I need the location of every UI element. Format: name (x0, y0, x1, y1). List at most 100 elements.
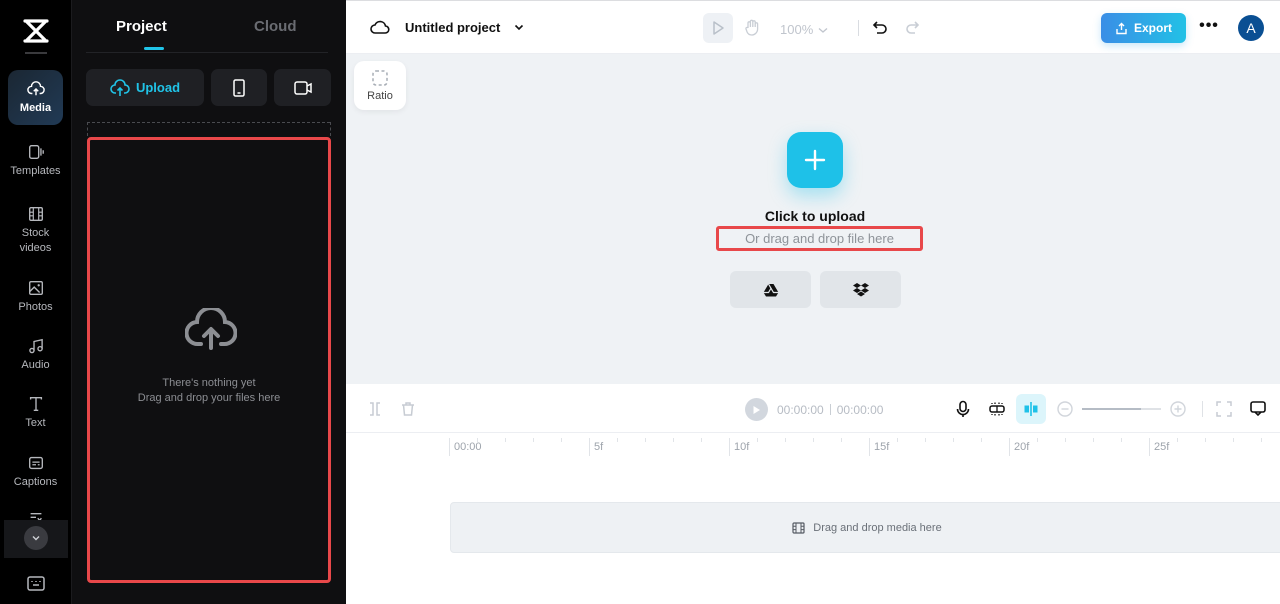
ruler-minor-tick (757, 438, 758, 442)
play-button[interactable] (745, 398, 768, 421)
capcut-logo-icon[interactable] (22, 18, 50, 44)
timeline-ruler[interactable]: 00:00 5f 10f 15f 20f 25f (346, 433, 1280, 463)
sidebar-item-label: Audio (21, 359, 50, 371)
export-button[interactable]: Export (1101, 13, 1186, 43)
dropbox-button[interactable] (820, 271, 901, 308)
ruler-label: 20f (1014, 441, 1030, 453)
ruler-minor-tick (897, 438, 898, 442)
ruler-major-tick (869, 438, 870, 456)
empty-title: There's nothing yet (162, 377, 256, 389)
sidebar-item-label: Text (25, 417, 46, 429)
ruler-minor-tick (1177, 438, 1178, 442)
split-icon[interactable] (366, 400, 384, 418)
zoom-in-icon[interactable] (1169, 400, 1187, 418)
empty-subtitle: Drag and drop your files here (137, 392, 281, 404)
feedback-icon[interactable] (1249, 400, 1267, 418)
tab-project[interactable]: Project (116, 18, 167, 35)
cloud-upload-icon (26, 80, 45, 95)
undo-icon[interactable] (871, 19, 889, 37)
media-drop-track[interactable]: Drag and drop media here (450, 502, 1280, 553)
pointer-icon (713, 21, 724, 35)
microphone-icon[interactable] (954, 400, 972, 418)
timecode: 00:00:00 00:00:00 (777, 403, 883, 417)
dropbox-icon (852, 282, 869, 296)
zoom-level-dropdown[interactable]: 100% (780, 22, 829, 37)
ruler-minor-tick (477, 438, 478, 442)
google-drive-icon (763, 283, 778, 296)
cloud-upload-icon (110, 78, 130, 96)
preview-canvas: Ratio Click to upload Or drag and drop f… (346, 54, 1280, 384)
ruler-minor-tick (1093, 438, 1094, 442)
zoom-level: 100% (780, 22, 814, 37)
top-bar: Untitled project 100% Export ••• A (346, 0, 1280, 54)
sidebar-item-media[interactable]: Media (8, 70, 63, 125)
timeline-toolbar: 00:00:00 00:00:00 (346, 384, 1280, 433)
google-drive-button[interactable] (730, 271, 811, 308)
app-root: Media Templates Stock videos Photos Audi… (0, 0, 1280, 604)
project-title[interactable]: Untitled project (405, 20, 500, 35)
ruler-major-tick (1149, 438, 1150, 456)
ruler-major-tick (729, 438, 730, 456)
ruler-minor-tick (673, 438, 674, 442)
rail-expand-button[interactable] (24, 526, 48, 550)
sidebar-item-captions[interactable]: Captions (8, 454, 63, 490)
sidebar-item-stock-videos[interactable]: Stock videos (8, 205, 63, 256)
auto-snap-icon[interactable] (988, 400, 1006, 418)
ruler-minor-tick (1205, 438, 1206, 442)
ruler-minor-tick (1121, 438, 1122, 442)
templates-icon (28, 145, 44, 159)
ruler-minor-tick (925, 438, 926, 442)
ruler-label: 5f (594, 441, 604, 453)
captions-icon (28, 456, 43, 470)
ruler-minor-tick (645, 438, 646, 442)
select-tool-button[interactable] (703, 13, 733, 43)
film-icon (28, 207, 43, 221)
ruler-minor-tick (1065, 438, 1066, 442)
magnetic-snap-button[interactable] (1016, 394, 1046, 424)
ruler-minor-tick (561, 438, 562, 442)
keyboard-icon[interactable] (26, 575, 46, 593)
add-media-button[interactable] (787, 132, 843, 188)
rail-separator (25, 52, 47, 54)
sidebar-item-templates[interactable]: Templates (8, 143, 63, 179)
avatar[interactable]: A (1238, 15, 1264, 41)
delete-icon[interactable] (399, 400, 417, 418)
sidebar-item-text[interactable]: Text (8, 395, 63, 431)
sidebar-item-label: Stock videos (19, 227, 52, 254)
tab-cloud[interactable]: Cloud (254, 18, 297, 35)
upload-label: Upload (135, 80, 181, 95)
chevron-down-icon[interactable] (513, 21, 525, 33)
ruler-label: 25f (1154, 441, 1170, 453)
active-tab-indicator (144, 47, 164, 50)
sidebar-item-photos[interactable]: Photos (8, 279, 63, 315)
sidebar-item-audio[interactable]: Audio (8, 337, 63, 373)
left-rail: Media Templates Stock videos Photos Audi… (0, 0, 71, 604)
zoom-out-icon[interactable] (1056, 400, 1074, 418)
record-button[interactable] (274, 69, 331, 106)
sidebar-item-label: Photos (18, 301, 53, 313)
hand-tool-icon[interactable] (742, 17, 762, 37)
cloud-icon[interactable] (370, 19, 390, 35)
media-drop-zone[interactable]: There's nothing yet Drag and drop your f… (87, 137, 331, 583)
upload-button[interactable]: Upload (86, 69, 204, 106)
ruler-minor-tick (533, 438, 534, 442)
ruler-minor-tick (785, 438, 786, 442)
aspect-ratio-icon (372, 70, 388, 86)
ruler-major-tick (589, 438, 590, 456)
media-panel: Project Cloud Upload There's nothing yet… (72, 0, 346, 604)
ruler-minor-tick (701, 438, 702, 442)
more-options-icon[interactable]: ••• (1199, 17, 1219, 37)
ruler-label: 10f (734, 441, 750, 453)
ratio-button[interactable]: Ratio (354, 61, 406, 110)
sidebar-item-label: Media (19, 101, 52, 114)
total-time: 00:00:00 (836, 403, 884, 417)
ruler-minor-tick (1037, 438, 1038, 442)
zoom-slider-fill (1082, 408, 1142, 410)
timeline-zoom-slider[interactable] (1082, 408, 1161, 410)
fullscreen-icon[interactable] (1215, 400, 1233, 418)
redo-icon[interactable] (903, 19, 921, 37)
ruler-minor-tick (505, 438, 506, 442)
ruler-major-tick (449, 438, 450, 456)
click-to-upload-label[interactable]: Click to upload (346, 208, 1280, 224)
phone-upload-button[interactable] (211, 69, 267, 106)
